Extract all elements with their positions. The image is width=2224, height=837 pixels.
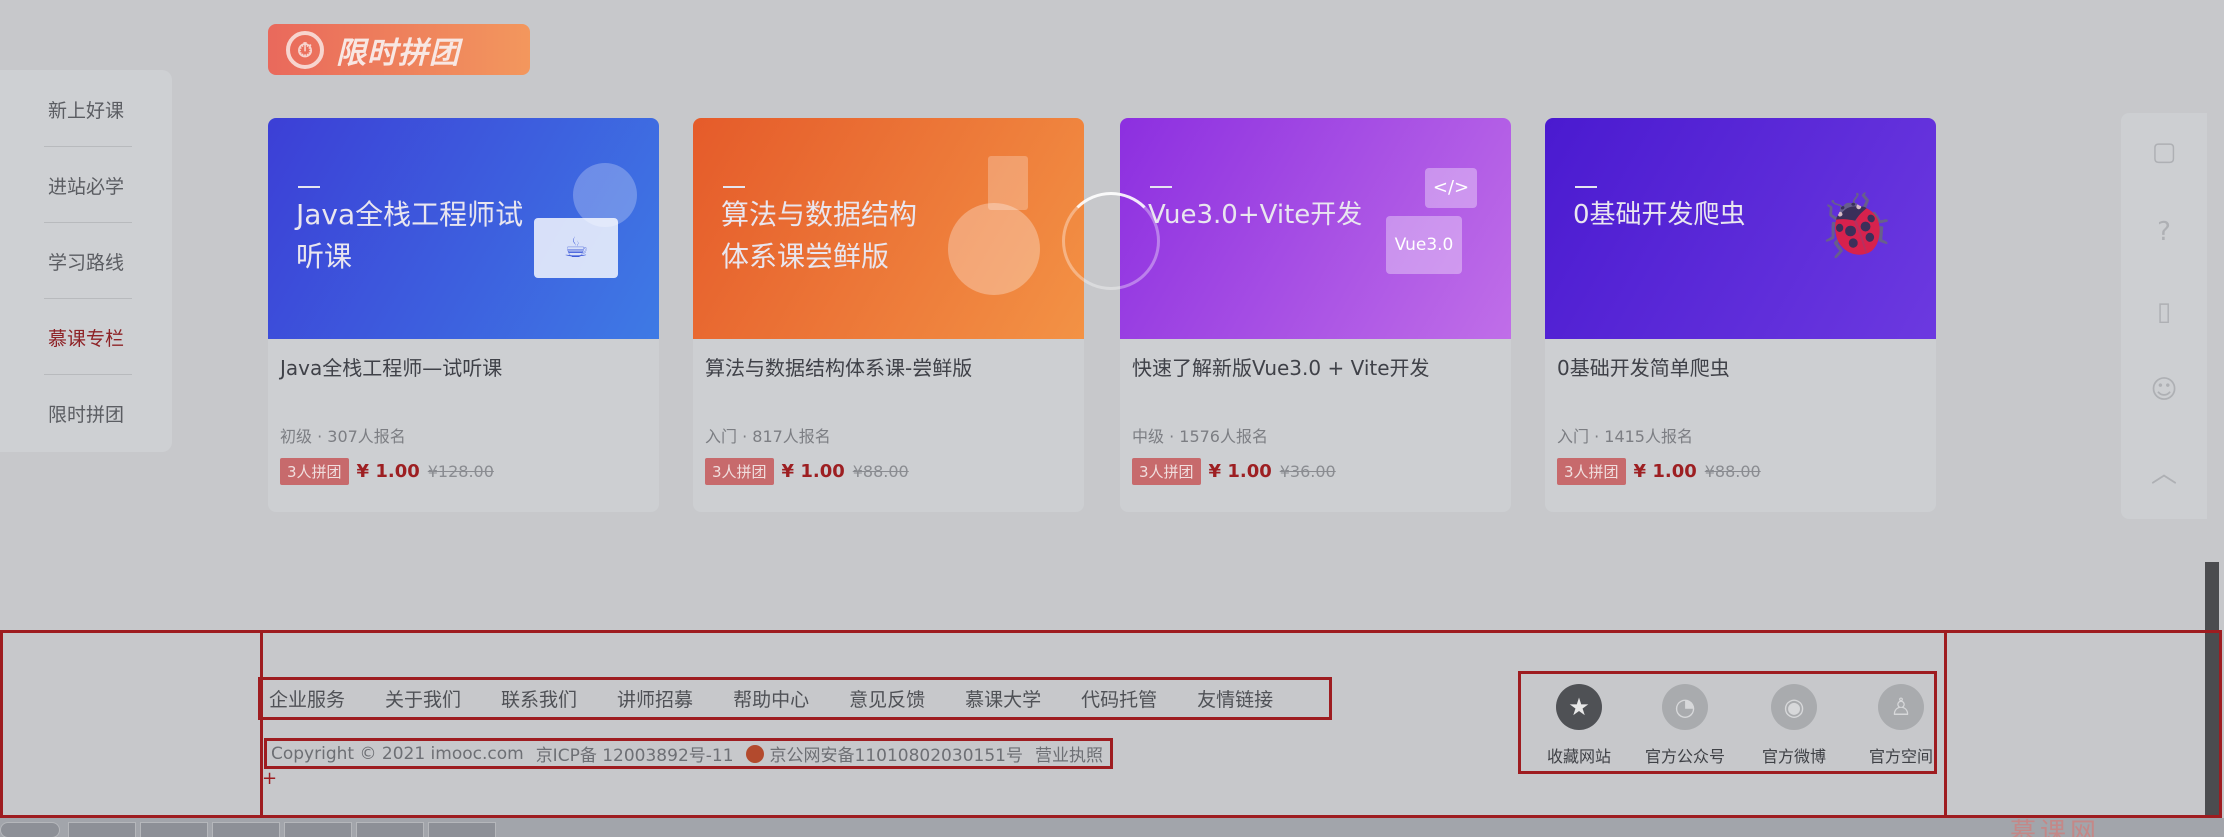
algorithm-icon xyxy=(948,203,1040,295)
sidebar-item-learning-path[interactable]: 学习路线 xyxy=(0,248,172,275)
icp-link[interactable]: 京ICP备 12003892号-11 xyxy=(536,741,734,766)
course-card[interactable]: Vue3.0+Vite开发 </> Vue3.0 快速了解新版Vue3.0 + … xyxy=(1120,118,1511,512)
taskbar-app[interactable] xyxy=(140,822,208,837)
copyright-line: Copyright © 2021 imooc.com 京ICP备 1200389… xyxy=(264,738,1113,769)
course-meta: 初级 · 307人报名 xyxy=(280,427,406,446)
course-card[interactable]: 0基础开发爬虫 🐞 0基础开发简单爬虫 入门 · 1415人报名 3人拼团 ¥ … xyxy=(1545,118,1936,512)
group-price: ¥ 1.00 xyxy=(1208,461,1272,482)
back-to-top-icon[interactable]: ︿ xyxy=(2121,453,2207,490)
sidebar-item-must-learn[interactable]: 进站必学 xyxy=(0,172,172,199)
code-icon: </> xyxy=(1425,168,1477,208)
feedback-icon[interactable]: ▢ xyxy=(2121,137,2207,167)
bug-icon: 🐞 xyxy=(1817,189,1895,262)
plus-icon: + xyxy=(262,768,278,789)
course-thumbnail: Java全栈工程师试听课 ☕ xyxy=(268,118,659,339)
mobile-icon[interactable]: ▯ xyxy=(2121,297,2207,327)
thumbnail-title: Vue3.0+Vite开发 xyxy=(1148,200,1363,230)
course-title[interactable]: Java全栈工程师—试听课 xyxy=(280,352,502,381)
divider xyxy=(44,298,132,299)
police-emblem-icon xyxy=(745,744,764,763)
group-price: ¥ 1.00 xyxy=(356,461,420,482)
thumbnail-title: 0基础开发爬虫 xyxy=(1573,200,1746,230)
original-price: ¥128.00 xyxy=(427,462,494,481)
social-links: ★ 收藏网站 ◔ 官方公众号 ◉ 官方微博 ♙ 官方空间 xyxy=(1518,671,1937,774)
course-thumbnail: 算法与数据结构体系课尝鲜版 xyxy=(693,118,1084,339)
group-badge: 3人拼团 xyxy=(280,458,349,485)
course-meta: 入门 · 1415人报名 xyxy=(1557,427,1693,446)
thumbnail-title: Java全栈工程师试听课 xyxy=(296,198,524,273)
group-badge: 3人拼团 xyxy=(1557,458,1626,485)
wechat-icon: ◔ xyxy=(1662,684,1708,730)
watermark-logo: 慕课网 xyxy=(2010,818,2101,837)
footer-link[interactable]: 慕课大学 xyxy=(965,685,1041,712)
section-nav-sidebar: 新上好课 进站必学 学习路线 慕课专栏 限时拼团 xyxy=(0,70,172,452)
sidebar-item-column[interactable]: 慕课专栏 xyxy=(0,324,172,351)
copyright-text: Copyright © 2021 imooc.com xyxy=(271,743,524,764)
original-price: ¥88.00 xyxy=(852,462,909,481)
course-card[interactable]: 算法与数据结构体系课尝鲜版 算法与数据结构体系课-尝鲜版 入门 · 817人报名… xyxy=(693,118,1084,512)
help-icon[interactable]: ? xyxy=(2121,217,2207,247)
footer-link[interactable]: 代码托管 xyxy=(1081,685,1157,712)
footer-link[interactable]: 意见反馈 xyxy=(849,685,925,712)
original-price: ¥36.00 xyxy=(1279,462,1336,481)
weibo-button[interactable]: ◉ 官方微博 xyxy=(1744,684,1844,767)
start-button[interactable] xyxy=(0,822,60,837)
footer-link[interactable]: 帮助中心 xyxy=(733,685,809,712)
course-title[interactable]: 算法与数据结构体系课-尝鲜版 xyxy=(705,352,972,381)
footer-link[interactable]: 友情链接 xyxy=(1197,685,1273,712)
business-license-link[interactable]: 营业执照 xyxy=(1035,741,1103,766)
divider xyxy=(44,222,132,223)
group-price: ¥ 1.00 xyxy=(781,461,845,482)
limited-group-buy-banner: ⏱ 限时拼团 xyxy=(268,24,530,75)
police-record-link[interactable]: 京公网安备11010802030151号 xyxy=(770,741,1023,766)
taskbar-app[interactable] xyxy=(284,822,352,837)
weibo-icon: ◉ xyxy=(1771,684,1817,730)
original-price: ¥88.00 xyxy=(1704,462,1761,481)
divider xyxy=(44,146,132,147)
footer-links: 企业服务 关于我们 联系我们 讲师招募 帮助中心 意见反馈 慕课大学 代码托管 … xyxy=(258,677,1332,720)
taskbar-app[interactable] xyxy=(212,822,280,837)
footer-link[interactable]: 企业服务 xyxy=(269,685,345,712)
star-icon: ★ xyxy=(1556,684,1602,730)
group-badge: 3人拼团 xyxy=(705,458,774,485)
course-title[interactable]: 0基础开发简单爬虫 xyxy=(1557,352,1730,381)
course-thumbnail: Vue3.0+Vite开发 </> Vue3.0 xyxy=(1120,118,1511,339)
footer-link[interactable]: 关于我们 xyxy=(385,685,461,712)
bookmark-site-button[interactable]: ★ 收藏网站 xyxy=(1529,684,1629,767)
footer-link[interactable]: 联系我们 xyxy=(501,685,577,712)
taskbar-app[interactable] xyxy=(356,822,424,837)
taskbar-app[interactable] xyxy=(68,822,136,837)
taskbar-app[interactable] xyxy=(428,822,496,837)
footer-link[interactable]: 讲师招募 xyxy=(617,685,693,712)
banner-title: 限时拼团 xyxy=(336,35,460,71)
course-meta: 入门 · 817人报名 xyxy=(705,427,831,446)
right-float-toolbar: ▢ ? ▯ ☺ ︿ xyxy=(2121,113,2207,519)
thumbnail-title: 算法与数据结构体系课尝鲜版 xyxy=(721,198,918,273)
qq-zone-button[interactable]: ♙ 官方空间 xyxy=(1851,684,1951,767)
course-thumbnail: 0基础开发爬虫 🐞 xyxy=(1545,118,1936,339)
java-icon: ☕ xyxy=(534,218,618,278)
sidebar-item-group-buy[interactable]: 限时拼团 xyxy=(0,400,172,427)
divider xyxy=(44,374,132,375)
course-meta: 中级 · 1576人报名 xyxy=(1132,427,1268,446)
clock-icon: ⏱ xyxy=(286,30,324,69)
course-card[interactable]: Java全栈工程师试听课 ☕ Java全栈工程师—试听课 初级 · 307人报名… xyxy=(268,118,659,512)
loading-spinner-icon xyxy=(1062,192,1160,290)
monitor-icon: Vue3.0 xyxy=(1386,216,1462,274)
qq-icon: ♙ xyxy=(1878,684,1924,730)
os-taskbar: 慕课网 xyxy=(0,818,2224,837)
group-price: ¥ 1.00 xyxy=(1633,461,1697,482)
course-title[interactable]: 快速了解新版Vue3.0 + Vite开发 xyxy=(1132,352,1430,381)
sidebar-item-new-courses[interactable]: 新上好课 xyxy=(0,96,172,123)
group-badge: 3人拼团 xyxy=(1132,458,1201,485)
wechat-account-button[interactable]: ◔ 官方公众号 xyxy=(1635,684,1735,767)
service-icon[interactable]: ☺ xyxy=(2121,375,2207,405)
